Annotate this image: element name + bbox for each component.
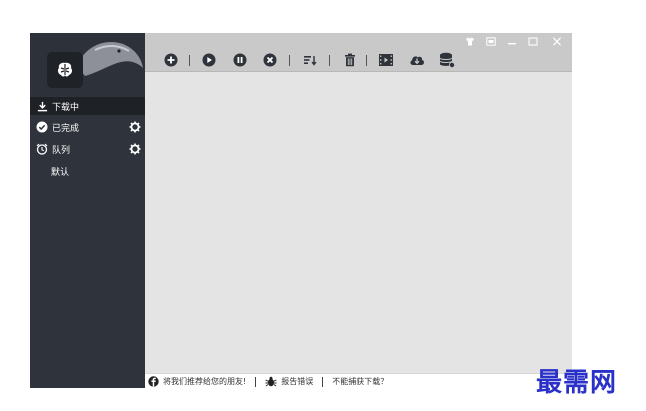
toolbar-separator — [366, 55, 367, 66]
facebook-icon — [148, 376, 159, 387]
logo-area — [30, 33, 145, 95]
report-bug-link[interactable]: 报告错误 — [265, 376, 313, 387]
cannot-capture-link[interactable]: 不能捕获下载？ — [332, 376, 388, 387]
statusbar-separator — [255, 376, 257, 387]
close-button[interactable] — [550, 35, 564, 47]
minimize-icon — [508, 42, 516, 44]
app-logo — [47, 52, 83, 88]
recommend-text: 将我们推荐给您的朋友! — [163, 377, 247, 386]
app-window: 下载中 已完成 队列 默认 将我们推荐给您的朋友! 报告错误 不能捕获下载？ — [30, 33, 572, 389]
close-icon — [553, 36, 561, 46]
toolbar-separator — [289, 55, 290, 66]
download-list-area[interactable] — [145, 72, 572, 373]
main-panel: 将我们推荐给您的朋友! 报告错误 不能捕获下载？ — [145, 33, 572, 389]
brain-icon — [57, 62, 73, 77]
maximize-icon — [528, 36, 538, 46]
report-text: 报告错误 — [281, 377, 314, 386]
sidebar-item-queue[interactable]: 队列 — [30, 140, 145, 158]
skin-button[interactable] — [463, 35, 477, 47]
pause-icon — [233, 53, 247, 67]
maximize-button[interactable] — [526, 35, 540, 47]
bug-icon — [265, 376, 277, 387]
add-button[interactable] — [163, 52, 179, 68]
toolbar — [145, 33, 572, 72]
database-icon — [439, 52, 455, 68]
queue-default-item[interactable]: 默认 — [51, 165, 69, 178]
video-button[interactable] — [378, 52, 394, 68]
download-icon — [36, 100, 48, 112]
stop-icon — [263, 53, 277, 67]
status-bar: 将我们推荐给您的朋友! 报告错误 不能捕获下载？ — [145, 373, 572, 389]
sidebar-item-downloading[interactable]: 下载中 — [30, 97, 145, 115]
cloud-download-icon — [410, 56, 425, 65]
mini-icon — [486, 36, 496, 46]
pause-button[interactable] — [232, 52, 248, 68]
minimize-button[interactable] — [505, 35, 519, 47]
sort-icon — [304, 56, 317, 66]
sidebar: 下载中 已完成 队列 默认 — [30, 33, 145, 388]
cannot-capture-text: 不能捕获下载？ — [332, 377, 389, 386]
watermark: 最需网 — [536, 368, 618, 398]
statusbar-separator — [322, 376, 324, 387]
sidebar-item-label: 下载中 — [52, 102, 80, 113]
alarm-clock-icon — [36, 143, 48, 155]
sidebar-item-label: 队列 — [52, 145, 71, 156]
database-button[interactable] — [439, 52, 455, 68]
gear-icon[interactable] — [129, 143, 141, 155]
cloud-download-button[interactable] — [409, 52, 425, 68]
delete-icon — [345, 53, 355, 67]
stop-button[interactable] — [262, 52, 278, 68]
gear-icon[interactable] — [129, 121, 141, 133]
video-icon — [379, 54, 393, 66]
check-circle-icon — [36, 121, 48, 133]
add-icon — [164, 53, 178, 67]
start-button[interactable] — [201, 52, 217, 68]
sidebar-item-label: 已完成 — [52, 123, 80, 134]
eagle-logo-icon — [77, 42, 143, 76]
sort-button[interactable] — [302, 52, 318, 68]
skin-icon — [466, 37, 474, 45]
play-icon — [202, 53, 216, 67]
mini-mode-button[interactable] — [484, 35, 498, 47]
toolbar-separator — [329, 55, 330, 66]
recommend-link[interactable]: 将我们推荐给您的朋友! — [148, 376, 246, 387]
delete-button[interactable] — [342, 52, 358, 68]
toolbar-separator — [189, 55, 190, 66]
sidebar-item-completed[interactable]: 已完成 — [30, 118, 145, 136]
